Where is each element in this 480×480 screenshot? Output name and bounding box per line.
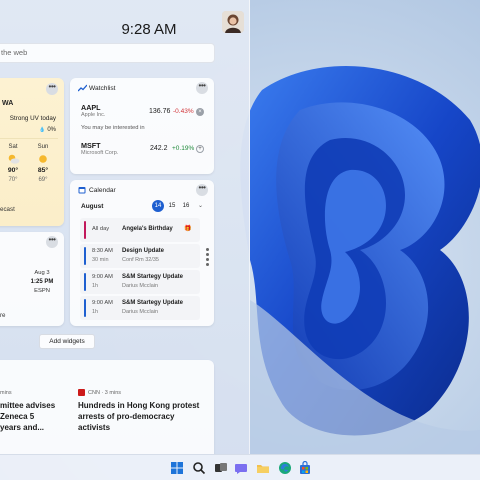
weather-rain: 💧 0%: [22, 127, 56, 133]
event-time: 9:00 AM: [92, 300, 113, 306]
watchlist-title: Watchlist: [89, 85, 116, 92]
remove-stock-icon[interactable]: ×: [196, 108, 204, 116]
weather-high: 90°: [7, 167, 19, 174]
chat-icon[interactable]: [234, 461, 248, 475]
stock-price: 136.76: [149, 108, 171, 115]
weather-low: 70°: [8, 177, 18, 183]
stock-change: -0.43%: [173, 108, 194, 115]
event-duration: 30 min: [92, 257, 109, 263]
gift-icon: 🎁: [184, 226, 192, 232]
calendar-widget[interactable]: Calendar ••• August 14 15 16 ⌄ All day A…: [70, 180, 214, 326]
search-input[interactable]: the web: [0, 43, 215, 63]
weather-day-label: Sat: [8, 144, 18, 150]
weather-location: WA: [2, 100, 14, 107]
widgets-panel: 9:28 AM the web ••• WA Strong UV today 💧…: [0, 0, 250, 454]
avatar[interactable]: [222, 11, 244, 33]
stock-change: +0.19%: [172, 145, 195, 152]
chevron-down-icon[interactable]: ⌄: [198, 202, 203, 209]
calendar-event[interactable]: All day Angela's Birthday 🎁: [80, 218, 200, 242]
stock-symbol[interactable]: AAPL: [81, 103, 101, 112]
more-options-icon[interactable]: •••: [196, 184, 208, 196]
taskbar: [0, 454, 480, 480]
calendar-day[interactable]: 16: [180, 200, 192, 212]
event-organizer: Darius Mcclain: [122, 283, 159, 289]
event-color-bar: [84, 247, 86, 265]
event-duration: 1h: [92, 283, 99, 289]
event-time: 9:00 AM: [92, 274, 113, 280]
more-options-icon[interactable]: •••: [46, 236, 58, 248]
calendar-icon: [78, 187, 86, 194]
add-stock-icon[interactable]: +: [196, 145, 204, 153]
event-title: S&M Startegy Update: [122, 274, 184, 280]
news-source: mins: [0, 390, 12, 396]
calendar-title: Calendar: [89, 187, 116, 194]
event-time: All day: [92, 226, 110, 232]
calendar-event[interactable]: 9:00 AM 1h S&M Startegy Update Darius Mc…: [80, 296, 200, 320]
news-source: CNN · 3 mins: [88, 390, 122, 396]
partly-sunny-icon: [8, 154, 20, 164]
search-placeholder: the web: [1, 48, 28, 57]
game-network: ESPN: [34, 288, 50, 294]
weather-low: 69°: [38, 177, 48, 183]
stock-price: 242.2: [150, 145, 168, 152]
event-color-bar: [84, 299, 86, 317]
weather-rain-value: 0%: [47, 127, 56, 133]
stock-name: Apple Inc.: [81, 112, 106, 118]
watchlist-widget[interactable]: Watchlist ••• AAPL Apple Inc. 136.76 -0.…: [70, 78, 214, 174]
weather-widget[interactable]: ••• WA Strong UV today 💧 0% Sat Sun 90° …: [0, 78, 64, 226]
windows-start-icon[interactable]: [170, 461, 184, 475]
store-icon[interactable]: [298, 461, 312, 475]
calendar-event[interactable]: 8:30 AM 30 min Design Update Conf Rm 32/…: [80, 244, 200, 268]
event-location: Conf Rm 32/35: [122, 257, 159, 263]
add-widgets-button[interactable]: Add widgets: [39, 334, 95, 349]
event-title: Angela's Birthday: [122, 226, 173, 232]
chart-icon: [78, 84, 87, 92]
more-options-icon[interactable]: •••: [46, 83, 58, 95]
event-time: 8:30 AM: [92, 248, 113, 254]
sports-more-link[interactable]: re: [0, 312, 6, 319]
scroll-indicator[interactable]: [206, 248, 209, 268]
event-title: S&M Startegy Update: [122, 300, 184, 306]
weather-uv-text: Strong UV today: [9, 115, 56, 122]
edge-icon[interactable]: [278, 461, 292, 475]
event-organizer: Darius Mcclain: [122, 309, 159, 315]
profile-picture-icon: [222, 11, 244, 33]
event-duration: 1h: [92, 309, 99, 315]
cnn-logo-icon: [78, 389, 85, 396]
file-explorer-icon[interactable]: [256, 461, 270, 475]
news-headline[interactable]: mittee advises Zeneca 5 years and...: [0, 400, 56, 433]
search-icon[interactable]: [192, 461, 206, 475]
weather-day-label: Sun: [37, 144, 49, 150]
event-title: Design Update: [122, 248, 165, 254]
interest-label: You may be interested in: [81, 125, 145, 131]
more-options-icon[interactable]: •••: [196, 82, 208, 94]
raindrop-icon: 💧: [39, 127, 46, 133]
calendar-day-selected[interactable]: 14: [152, 200, 164, 212]
stock-name: Microsoft Corp.: [81, 150, 119, 156]
calendar-month: August: [81, 203, 104, 210]
weather-divider: [0, 138, 58, 139]
game-time: 1:25 PM: [30, 279, 54, 285]
sports-widget[interactable]: ••• Aug 3 1:25 PM ESPN re: [0, 232, 64, 326]
stock-symbol[interactable]: MSFT: [81, 141, 101, 150]
event-color-bar: [84, 221, 86, 239]
weather-forecast-link[interactable]: ecast: [0, 206, 15, 213]
calendar-event[interactable]: 9:00 AM 1h S&M Startegy Update Darius Mc…: [80, 270, 200, 294]
event-color-bar: [84, 273, 86, 291]
game-date: Aug 3: [34, 270, 50, 276]
panel-clock: 9:28 AM: [121, 21, 177, 38]
task-view-icon[interactable]: [214, 461, 228, 475]
news-headline[interactable]: Hundreds in Hong Kong protest arrests of…: [78, 400, 208, 433]
sunny-icon: [39, 155, 47, 163]
weather-high: 85°: [37, 167, 49, 174]
calendar-day[interactable]: 15: [166, 200, 178, 212]
news-feed: mins mittee advises Zeneca 5 years and..…: [0, 360, 214, 454]
